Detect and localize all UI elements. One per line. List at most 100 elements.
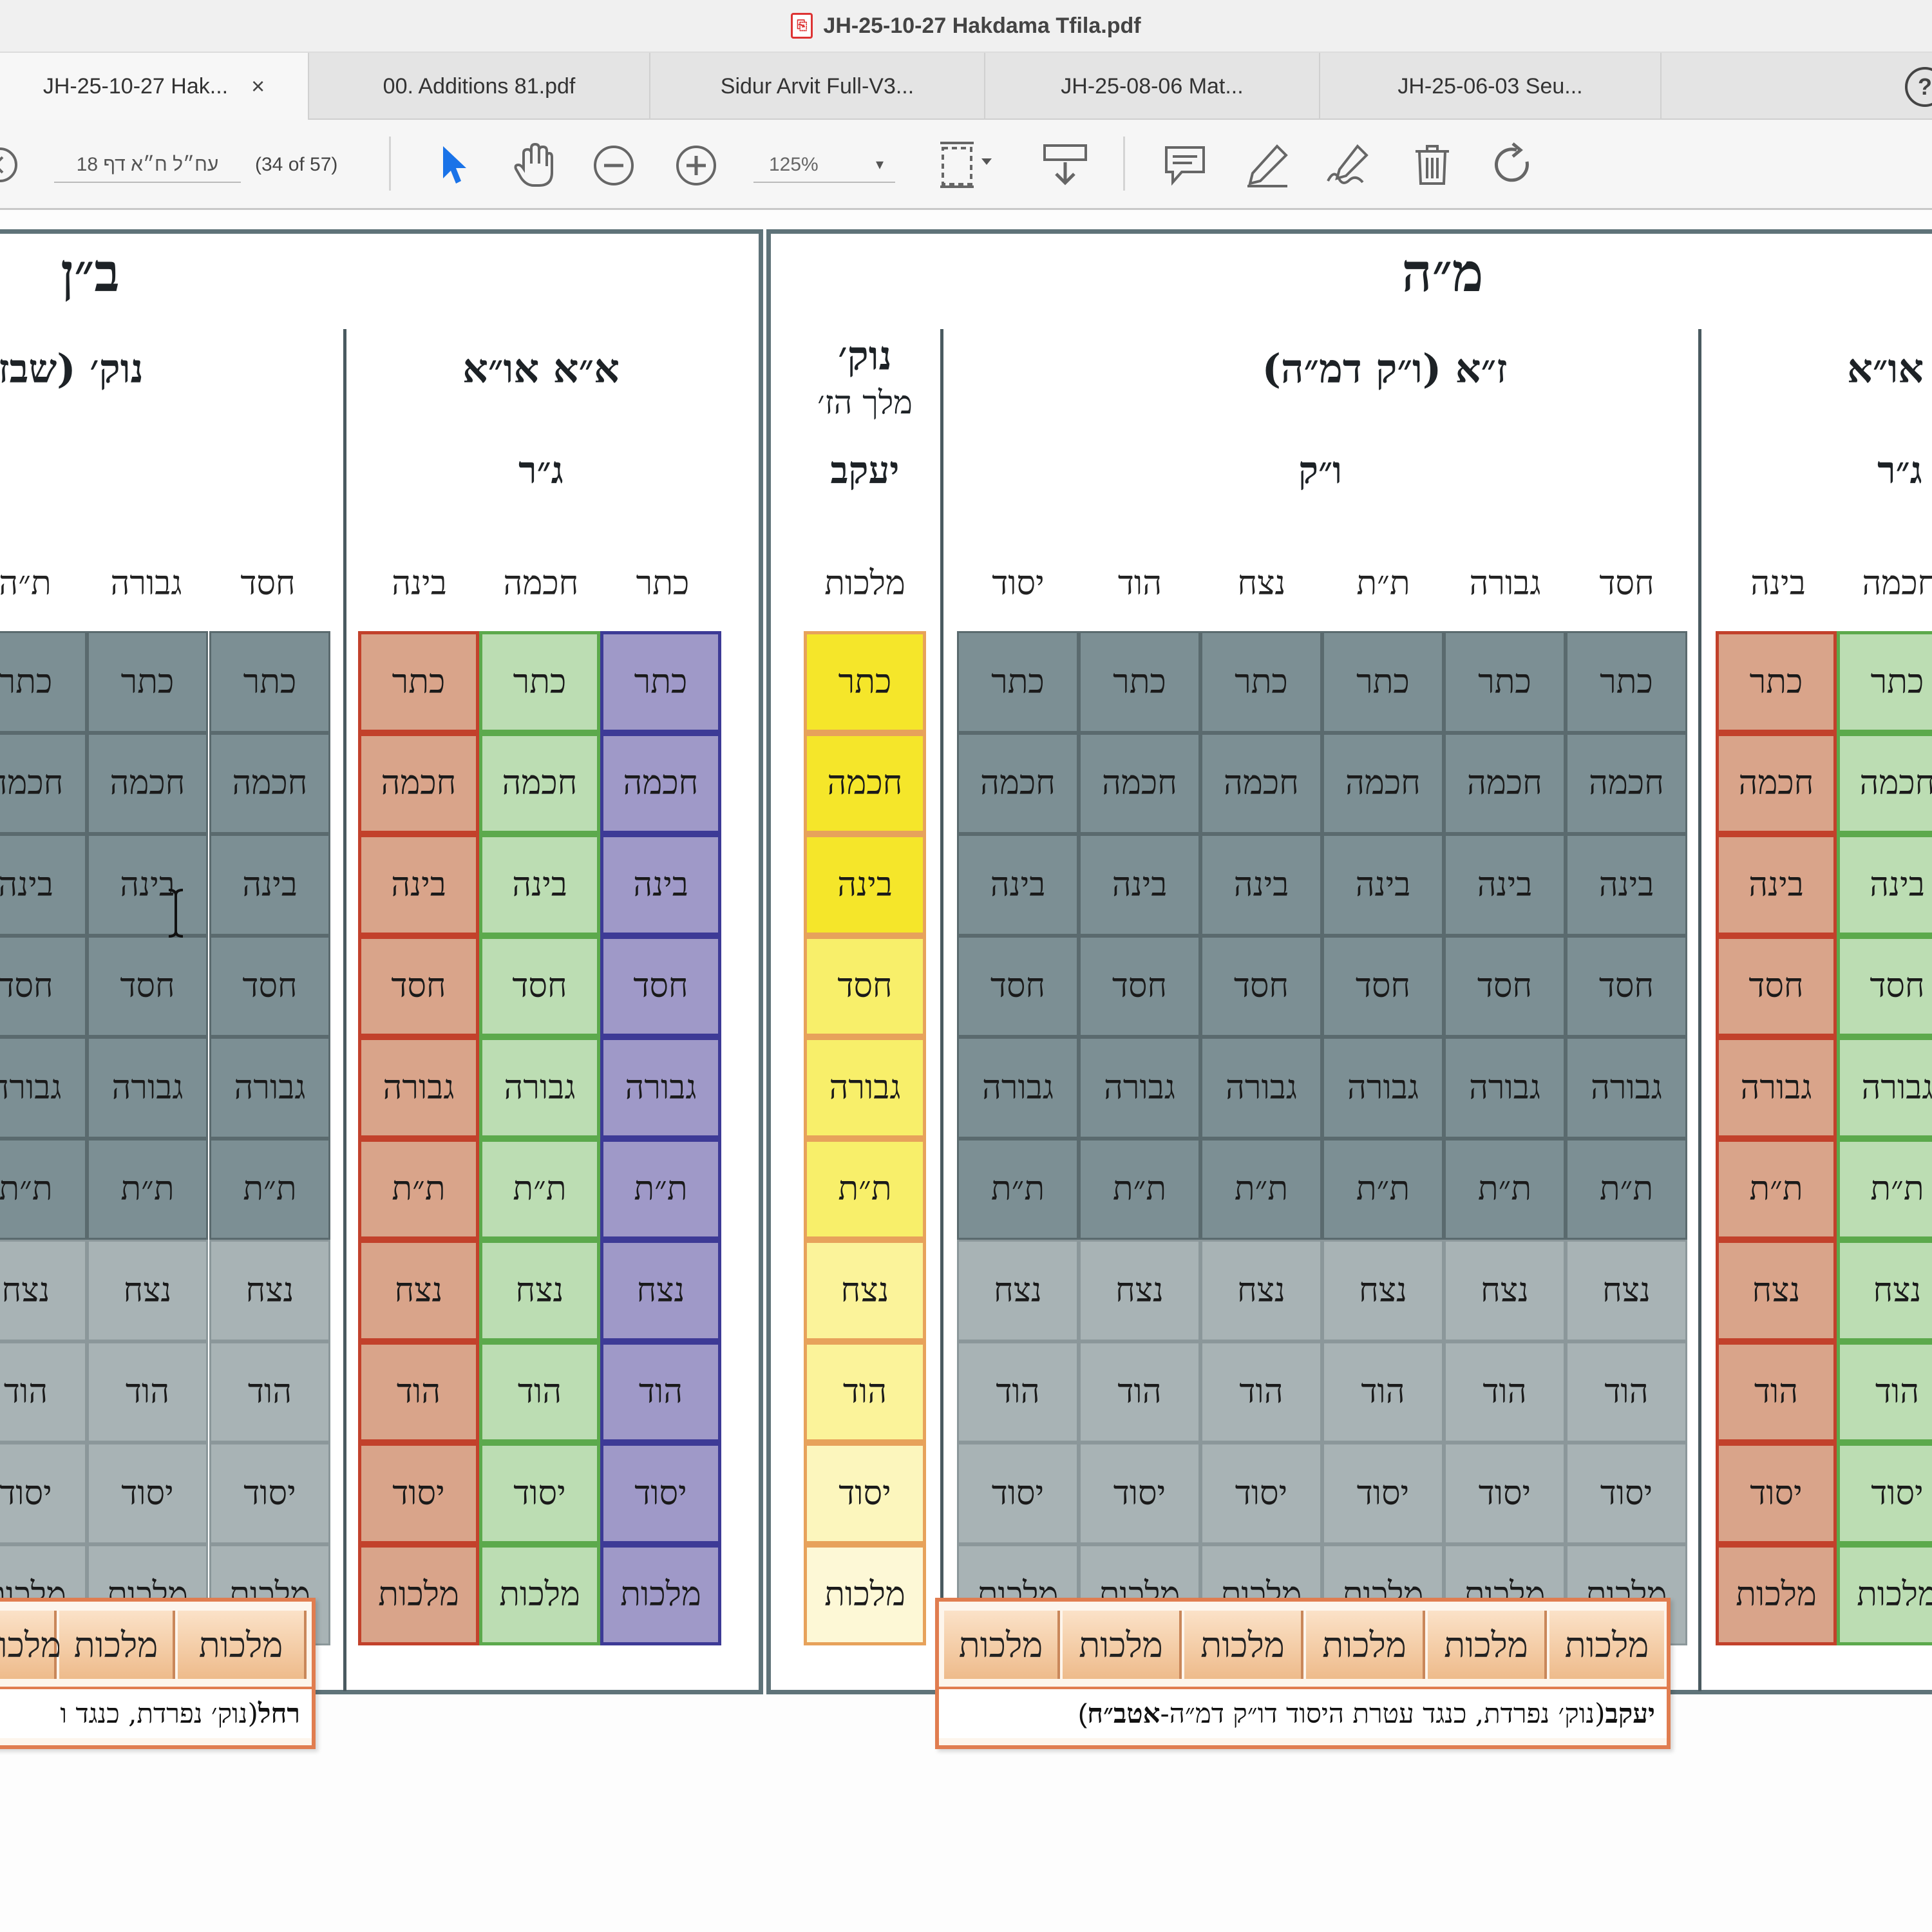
mh-nok-subheading: מלך הז׳ [817, 384, 913, 421]
sefira-cell: יסוד [600, 1443, 721, 1544]
column-label: בינה [392, 564, 447, 603]
column-label: הוד [1117, 564, 1162, 603]
window-titlebar: ⎘ JH-25-10-27 Hakdama Tfila.pdf [0, 0, 1932, 53]
sefira-cell: חכמה [358, 732, 479, 834]
sefira-cell: גבורה [87, 1037, 208, 1139]
sefira-cell: כתר [600, 631, 721, 733]
page-count: (34 of 57) [255, 154, 338, 175]
scroll-mode-icon[interactable] [1038, 138, 1092, 192]
tab-label: JH-25-06-03 Seu... [1397, 73, 1583, 99]
sefira-cell: הוד [209, 1341, 330, 1443]
sefira-cell: ת״ת [1837, 1138, 1932, 1240]
zoom-level-select[interactable]: 125% ▾ [753, 147, 895, 183]
column-label: חסד [1599, 564, 1654, 603]
sefira-cell: כתר [957, 631, 1079, 733]
sefira-cell: גבורה [1200, 1037, 1322, 1139]
hand-tool-icon[interactable] [509, 138, 560, 192]
sefira-cell: חסד [358, 935, 479, 1037]
sefira-cell: הוד [804, 1341, 926, 1443]
tab-mat[interactable]: JH-25-08-06 Mat... [985, 53, 1320, 120]
sefira-cell: מלכות [358, 1544, 479, 1645]
sefira-cell: ת״ת [1322, 1138, 1444, 1240]
sefira-cell: גבורה [1566, 1037, 1687, 1139]
caption-text: (נוק׳ נפרדת, כנגד עטרת היסוד דו״ק דמ״ה- [1160, 1698, 1605, 1729]
sefira-cell: הוד [358, 1341, 479, 1443]
sefira-cell: חכמה [1566, 732, 1687, 834]
bn-aa-heading: א״א או״א [462, 345, 620, 392]
sefira-cell: חכמה [0, 732, 87, 834]
sefira-cell: הוד [600, 1341, 721, 1443]
toolbar-divider [389, 137, 391, 191]
column-label: חסד [240, 564, 296, 603]
sefira-cell: יסוד [957, 1443, 1079, 1544]
sefira-cell: חכמה [1200, 732, 1322, 834]
tab-sidur-arvit[interactable]: Sidur Arvit Full-V3... [650, 53, 985, 120]
sefira-cell: נצח [1200, 1240, 1322, 1341]
sefira-cell: כתר [1837, 631, 1932, 733]
text-cursor-icon [168, 889, 184, 938]
sefira-cell: ת״ת [479, 1138, 600, 1240]
tab-additions[interactable]: 00. Additions 81.pdf [309, 53, 650, 120]
toolbar-divider [1123, 137, 1125, 191]
sefira-cell: כתר [209, 631, 330, 733]
mh-caption: יעקב (נוק׳ נפרדת, כנגד עטרת היסוד דו״ק ד… [939, 1687, 1667, 1738]
select-tool-icon[interactable] [430, 138, 475, 192]
sefira-cell: חסד [957, 935, 1079, 1037]
tab-seu[interactable]: JH-25-06-03 Seu... [1320, 53, 1662, 120]
help-icon[interactable]: ? [1905, 67, 1932, 107]
bn-caption: רחל (נוק׳ נפרדת, כנגד ו [0, 1687, 312, 1738]
sefira-cell: כתר [479, 631, 600, 733]
bn-nok-heading: נוק׳ (שבז [0, 345, 144, 392]
sefira-cell: גבורה [1079, 1037, 1200, 1139]
sefira-cell: נצח [600, 1240, 721, 1341]
sefira-cell: חסד [804, 935, 926, 1037]
sefira-cell: בינה [1200, 834, 1322, 936]
fit-page-icon[interactable] [935, 138, 999, 192]
sefira-cell: חסד [1716, 935, 1837, 1037]
malchut-cell: מלכות [0, 1611, 61, 1679]
previous-page-icon[interactable] [0, 146, 19, 184]
sefira-cell: הוד [87, 1341, 208, 1443]
zoom-in-icon[interactable] [674, 143, 719, 188]
sefira-cell: חסד [209, 935, 330, 1037]
sefira-cell: גבורה [0, 1037, 87, 1139]
sefira-cell: ת״ת [87, 1138, 208, 1240]
column-label: כתר [636, 564, 690, 603]
sefira-cell: יסוד [209, 1443, 330, 1544]
sefira-cell: גבורה [957, 1037, 1079, 1139]
sefira-cell: ת״ת [1716, 1138, 1837, 1240]
malchut-cell: מלכות [944, 1611, 1060, 1679]
tab-label: 00. Additions 81.pdf [383, 73, 576, 99]
tab-label: JH-25-08-06 Mat... [1061, 73, 1244, 99]
sefira-cell: חסד [1837, 935, 1932, 1037]
sefira-cell: ת״ת [0, 1138, 87, 1240]
sefira-cell: חכמה [87, 732, 208, 834]
sefira-cell: בינה [804, 834, 926, 936]
sefira-cell: מלכות [600, 1544, 721, 1645]
trash-icon[interactable] [1408, 140, 1457, 189]
comment-icon[interactable] [1160, 140, 1209, 189]
tab-hakdama-tfila[interactable]: JH-25-10-27 Hak... × [0, 53, 309, 120]
sefira-cell: חכמה [1444, 732, 1566, 834]
sefira-cell: הוד [1716, 1341, 1837, 1443]
zoom-out-icon[interactable] [591, 143, 636, 188]
sefira-cell: נצח [804, 1240, 926, 1341]
column-label: ת״ה [0, 564, 52, 603]
pdf-document-view[interactable]: ב״ן נוק׳ (שבז א״א או״א ג״ר ת״ה גבורה חסד… [0, 210, 1932, 1932]
rotate-icon[interactable] [1489, 140, 1538, 189]
close-tab-icon[interactable]: × [251, 73, 265, 100]
highlight-pen-icon[interactable] [1243, 140, 1292, 189]
sefira-cell: נצח [1716, 1240, 1837, 1341]
sefira-cell: גבורה [804, 1037, 926, 1139]
caption-bold: רחל [258, 1698, 300, 1729]
sefira-cell: כתר [87, 631, 208, 733]
sefira-cell: גבורה [1322, 1037, 1444, 1139]
sefira-cell: בינה [600, 834, 721, 936]
sefira-cell: כתר [1566, 631, 1687, 733]
malchut-cell: מלכות [59, 1611, 175, 1679]
sefira-cell: מלכות [1837, 1544, 1932, 1645]
page-number-input[interactable]: עח״ל ח״א דף 18 [54, 147, 241, 183]
signature-icon[interactable] [1323, 140, 1374, 189]
window-title: JH-25-10-27 Hakdama Tfila.pdf [823, 13, 1141, 38]
sefira-cell: יסוד [1716, 1443, 1837, 1544]
